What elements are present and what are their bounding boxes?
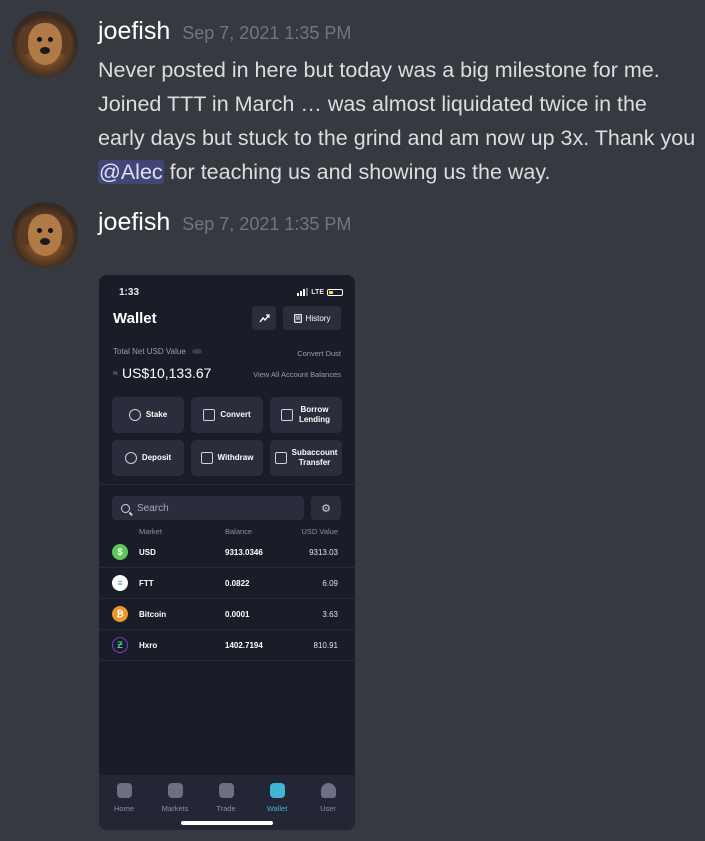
table-row[interactable]: ₿ Bitcoin 0.0001 3.63 xyxy=(99,599,355,630)
wallet-actions: Stake Convert Borrow Lending Deposit Wit… xyxy=(112,397,342,476)
settings-button[interactable]: ⚙ xyxy=(311,496,341,520)
deposit-icon xyxy=(124,452,137,464)
tab-markets[interactable]: Markets xyxy=(155,783,195,813)
stake-button[interactable]: Stake xyxy=(112,397,184,433)
wallet-icon xyxy=(269,783,285,798)
col-balance: Balance xyxy=(225,527,253,536)
table-row[interactable]: $ USD 9313.0346 9313.03 xyxy=(99,537,355,568)
col-usd-value: USD Value xyxy=(301,527,338,536)
home-indicator xyxy=(181,821,273,825)
message-timestamp[interactable]: Sep 7, 2021 1:35 PM xyxy=(182,214,351,235)
total-net-value-label: Total Net USD Value xyxy=(113,347,202,356)
user-mention[interactable]: @Alec xyxy=(98,160,164,184)
user-icon xyxy=(320,783,336,798)
convert-icon xyxy=(203,409,216,421)
tab-wallet[interactable]: Wallet xyxy=(257,783,297,813)
stake-icon xyxy=(128,409,141,421)
user-avatar[interactable] xyxy=(12,11,78,77)
table-row[interactable]: ≡ FTT 0.0822 6.09 xyxy=(99,568,355,599)
subaccount-transfer-button[interactable]: Subaccount Transfer xyxy=(270,440,342,476)
view-all-balances-link[interactable]: View All Account Balances xyxy=(253,370,341,379)
message-content: Never posted in here but today was a big… xyxy=(98,58,696,184)
history-icon xyxy=(293,313,302,323)
eye-icon[interactable] xyxy=(191,349,202,354)
search-placeholder: Search xyxy=(137,502,169,514)
hxro-coin-icon: Ƶ xyxy=(112,637,128,653)
total-balance: ≈ US$10,133.67 xyxy=(113,365,212,381)
deposit-button[interactable]: Deposit xyxy=(112,440,184,476)
phone-status-bar: 1:33 LTE xyxy=(119,285,343,299)
convert-button[interactable]: Convert xyxy=(191,397,263,433)
col-market: Market xyxy=(139,527,162,536)
status-time: 1:33 xyxy=(119,286,140,298)
tab-home[interactable]: Home xyxy=(104,783,144,813)
tab-user[interactable]: User xyxy=(308,783,348,813)
trend-icon xyxy=(258,313,270,322)
tab-trade[interactable]: Trade xyxy=(206,783,246,813)
usd-coin-icon: $ xyxy=(112,544,128,560)
section-divider xyxy=(99,484,355,485)
ftt-coin-icon: ≡ xyxy=(112,575,128,591)
transfer-icon xyxy=(274,452,287,464)
trend-button[interactable] xyxy=(252,306,276,330)
gear-icon: ⚙ xyxy=(321,502,331,515)
borrow-icon xyxy=(280,409,293,421)
trade-icon xyxy=(218,783,234,798)
history-label: History xyxy=(305,313,331,323)
bottom-tab-bar: Home Markets Trade Wallet User xyxy=(99,775,355,830)
username[interactable]: joefish xyxy=(98,208,170,237)
home-icon xyxy=(116,783,132,798)
withdraw-button[interactable]: Withdraw xyxy=(191,440,263,476)
network-label: LTE xyxy=(311,288,324,296)
search-icon xyxy=(121,503,130,513)
table-row[interactable]: Ƶ Hxro 1402.7194 810.91 xyxy=(99,630,355,661)
withdraw-icon xyxy=(200,452,213,464)
signal-icon xyxy=(297,288,309,296)
borrow-lending-button[interactable]: Borrow Lending xyxy=(270,397,342,433)
wallet-title: Wallet xyxy=(113,310,157,327)
image-attachment[interactable]: 1:33 LTE Wallet History Total Net USD Va… xyxy=(99,275,355,830)
user-avatar[interactable] xyxy=(12,202,78,268)
markets-icon xyxy=(167,783,183,798)
message-timestamp[interactable]: Sep 7, 2021 1:35 PM xyxy=(182,23,351,44)
username[interactable]: joefish xyxy=(98,17,170,46)
battery-icon xyxy=(327,288,343,296)
history-button[interactable]: History xyxy=(283,306,341,330)
convert-dust-link[interactable]: Convert Dust xyxy=(297,349,341,358)
bitcoin-icon: ₿ xyxy=(112,606,128,622)
search-input[interactable]: Search xyxy=(112,496,304,520)
